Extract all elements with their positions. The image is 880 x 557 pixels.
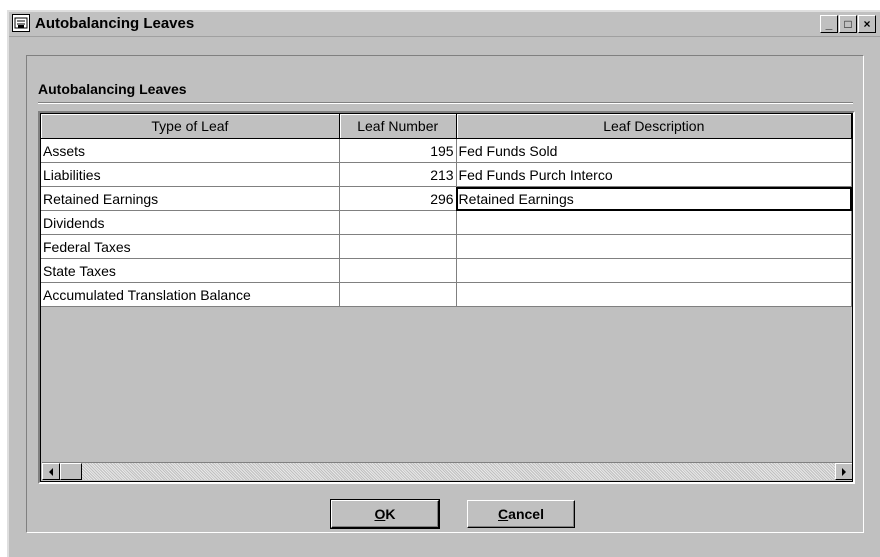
column-header-number[interactable]: Leaf Number: [339, 114, 457, 139]
cell-description[interactable]: [456, 210, 852, 235]
maximize-button[interactable]: □: [839, 15, 857, 33]
column-header-type[interactable]: Type of Leaf: [41, 114, 340, 139]
leaves-table: Type of Leaf Leaf Number Leaf Descriptio…: [41, 114, 852, 307]
arrow-left-icon: [49, 467, 53, 476]
maximize-icon: □: [844, 17, 852, 31]
close-icon: ×: [863, 17, 871, 31]
cell-description[interactable]: Fed Funds Purch Interco: [456, 162, 852, 187]
table-row: Federal Taxes: [41, 234, 852, 259]
cell-type[interactable]: State Taxes: [41, 258, 340, 283]
header-row: Type of Leaf Leaf Number Leaf Descriptio…: [41, 114, 852, 139]
close-button[interactable]: ×: [858, 15, 876, 33]
cell-description[interactable]: [456, 258, 852, 283]
cell-number[interactable]: [339, 258, 457, 283]
table-row: Assets 195 Fed Funds Sold: [41, 138, 852, 163]
column-header-description[interactable]: Leaf Description: [456, 114, 852, 139]
cell-number[interactable]: [339, 210, 457, 235]
table-row: Dividends: [41, 210, 852, 235]
leaves-grid: Type of Leaf Leaf Number Leaf Descriptio…: [38, 111, 855, 484]
window-title: Autobalancing Leaves: [35, 15, 195, 32]
table-row: Retained Earnings 296 Retained Earnings: [41, 186, 852, 211]
cancel-label: ancel: [508, 506, 544, 522]
ok-label: K: [385, 506, 396, 522]
cell-number[interactable]: [339, 234, 457, 259]
scroll-left-button[interactable]: [42, 463, 60, 480]
arrow-right-icon: [842, 467, 846, 476]
group-separator: [38, 102, 853, 104]
cell-type[interactable]: Dividends: [41, 210, 340, 235]
cancel-button[interactable]: Cancel: [467, 500, 575, 528]
minimize-icon: _: [825, 17, 833, 31]
cell-number[interactable]: [339, 282, 457, 307]
ok-button[interactable]: OK: [330, 499, 440, 529]
app-icon[interactable]: [12, 14, 30, 32]
ok-mnemonic: O: [374, 506, 386, 522]
cell-description-selected[interactable]: Retained Earnings: [456, 186, 852, 211]
scrollbar-thumb[interactable]: [60, 463, 82, 480]
table-row: Liabilities 213 Fed Funds Purch Interco: [41, 162, 852, 187]
table-row: State Taxes: [41, 258, 852, 283]
cell-type[interactable]: Accumulated Translation Balance: [41, 282, 340, 307]
cell-number[interactable]: 296: [339, 186, 457, 211]
cell-type[interactable]: Assets: [41, 138, 340, 163]
cell-type[interactable]: Liabilities: [41, 162, 340, 187]
cell-number[interactable]: 213: [339, 162, 457, 187]
cell-description[interactable]: [456, 282, 852, 307]
cell-type[interactable]: Retained Earnings: [41, 186, 340, 211]
cell-description[interactable]: [456, 234, 852, 259]
cell-type[interactable]: Federal Taxes: [41, 234, 340, 259]
cell-description[interactable]: Fed Funds Sold: [456, 138, 852, 163]
cancel-mnemonic: C: [498, 506, 509, 522]
group-label: Autobalancing Leaves: [38, 81, 187, 97]
minimize-button[interactable]: _: [820, 15, 838, 33]
horizontal-scrollbar[interactable]: [42, 462, 852, 480]
title-bar[interactable]: Autobalancing Leaves _ □ ×: [9, 12, 880, 37]
scroll-right-button[interactable]: [835, 463, 852, 480]
cell-number[interactable]: 195: [339, 138, 457, 163]
table-row: Accumulated Translation Balance: [41, 282, 852, 307]
